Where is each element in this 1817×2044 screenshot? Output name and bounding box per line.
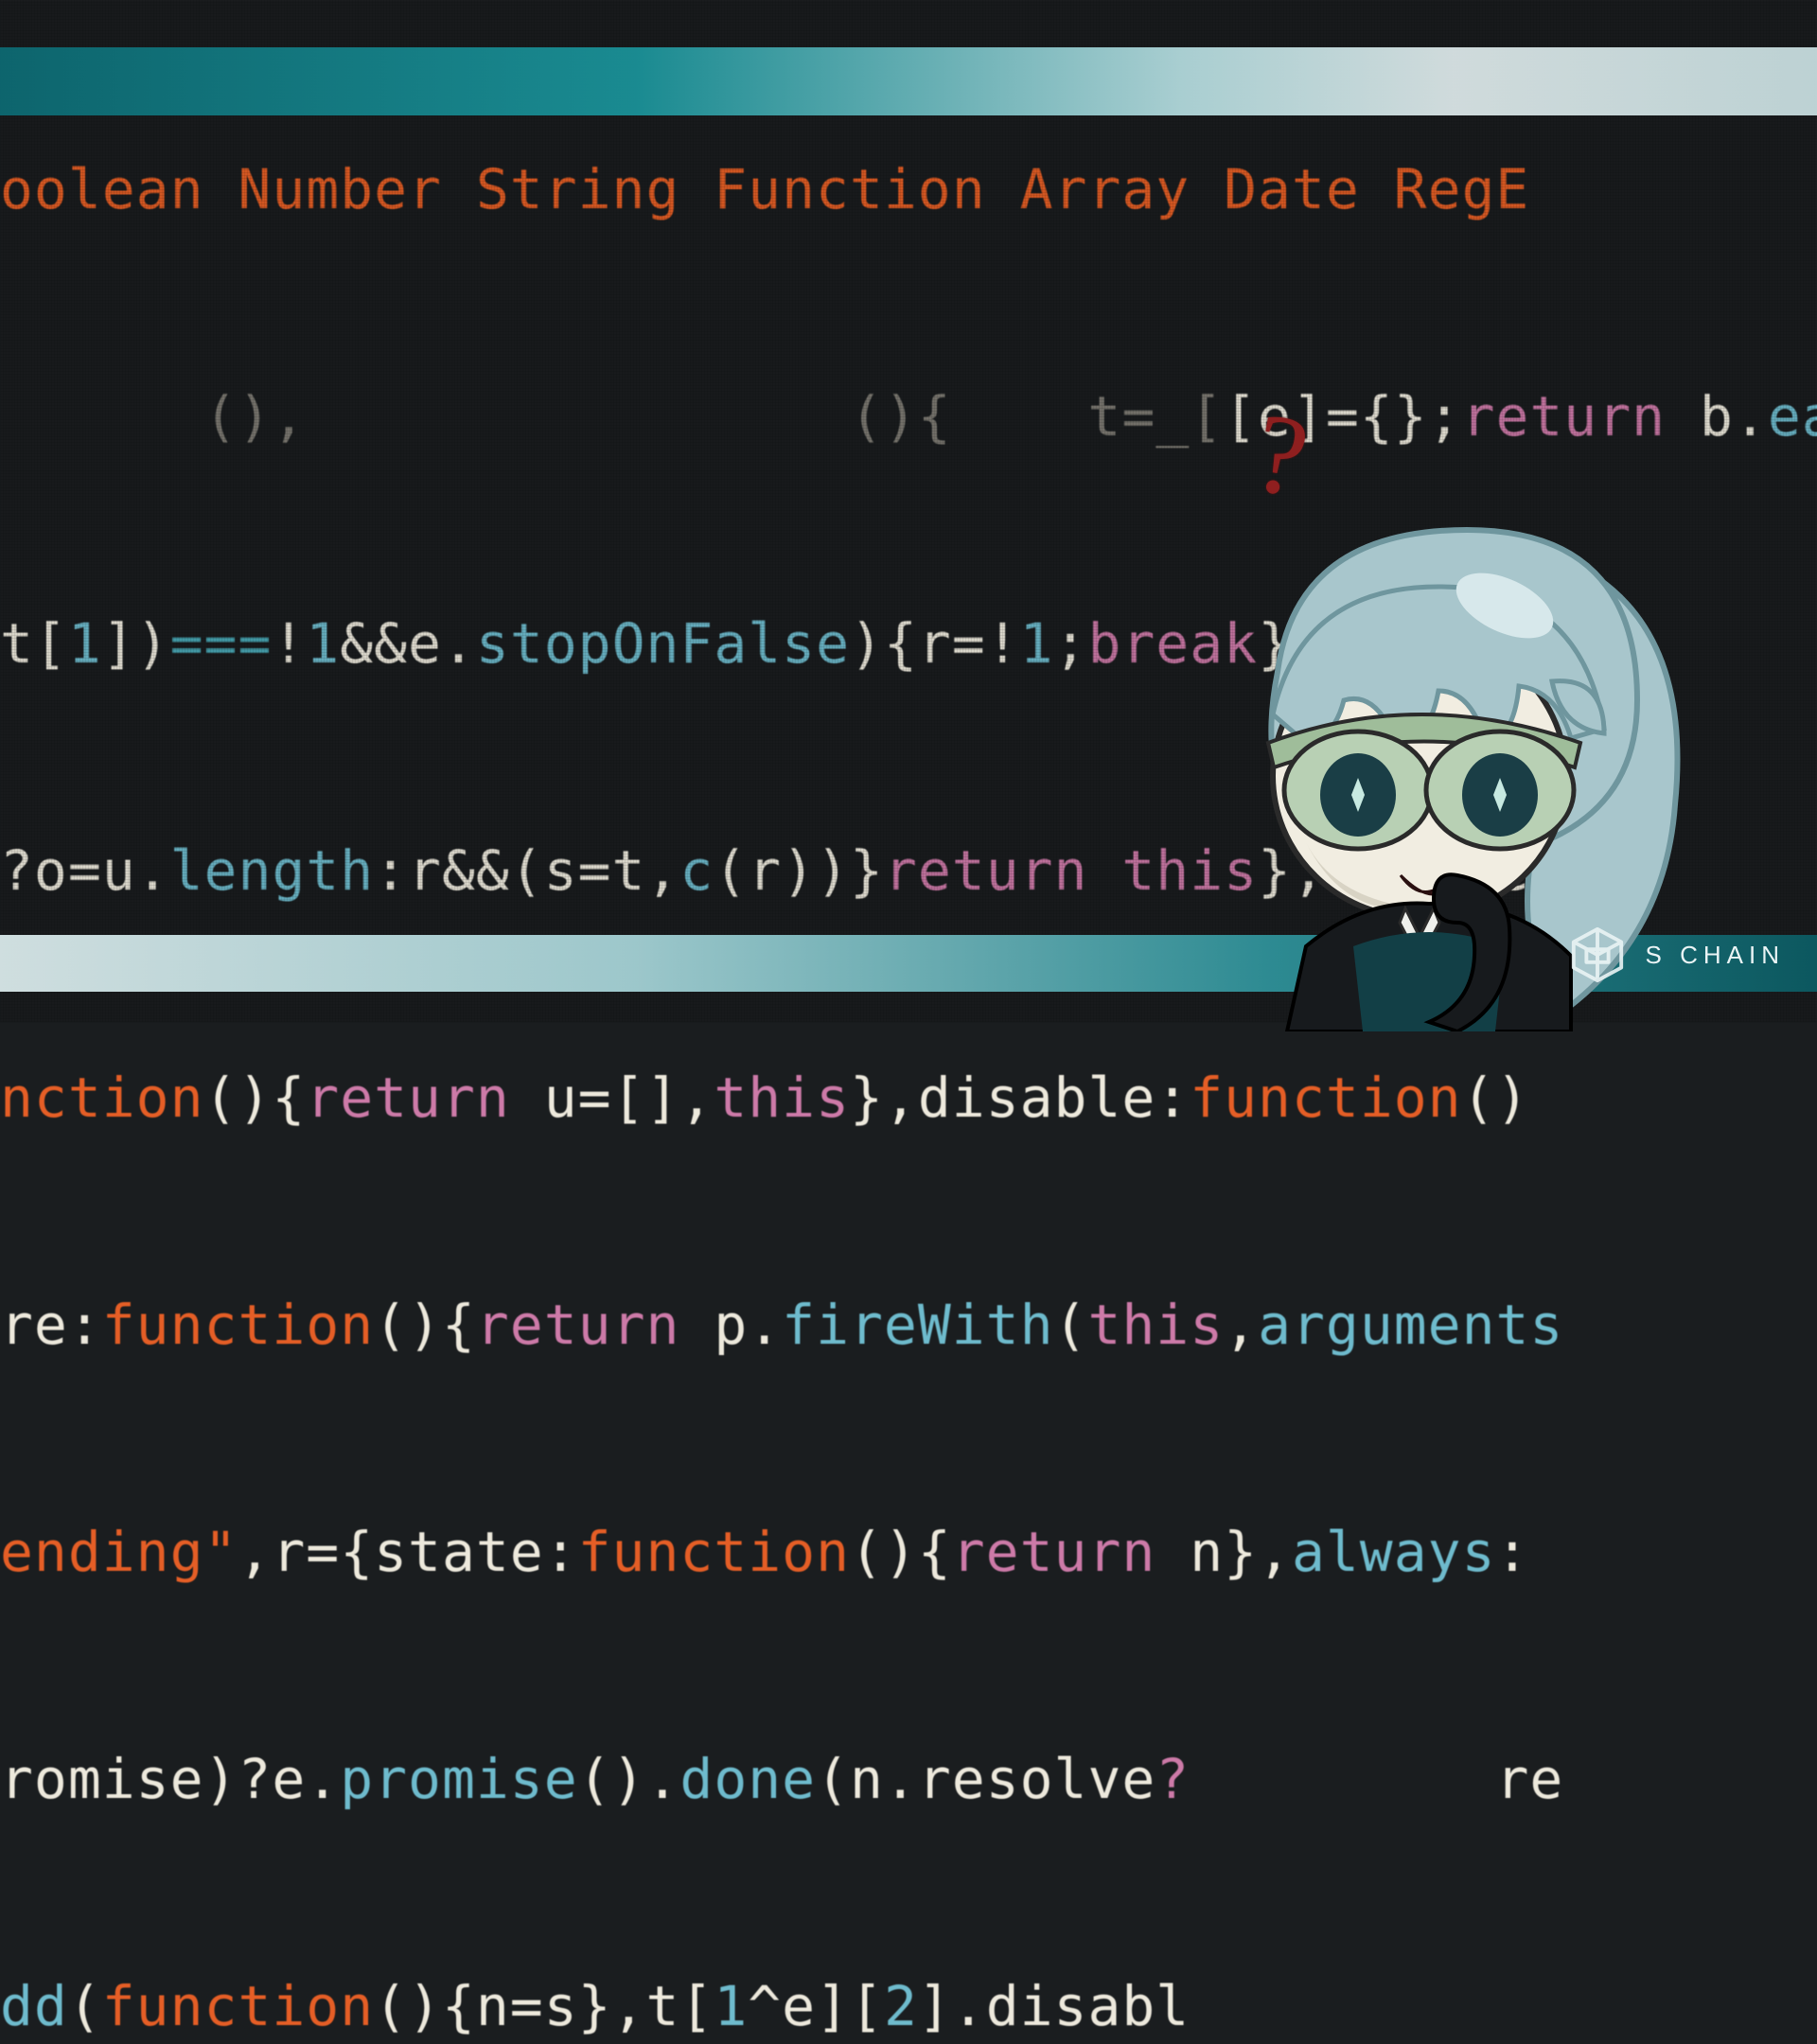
code-line: ending",r={state:function(){return n},al… (0, 1514, 1817, 1590)
code-line: oolean Number String Function Array Date… (0, 151, 1817, 227)
code-line: re:function(){return p.fireWith(this,arg… (0, 1287, 1817, 1363)
brand-text: S CHAIN (1646, 941, 1785, 970)
code-line: nction(){return u=[],this},disable:funct… (0, 1060, 1817, 1136)
top-gradient-band (0, 47, 1817, 115)
code-line: romise)?e.promise().done(n.resolve? re (0, 1741, 1817, 1817)
code-line: dd(function(){n=s},t[1^e][2].disabl (0, 1968, 1817, 2044)
brand-badge: S CHAIN (1568, 925, 1785, 984)
code-line: (), (){ t=_[[e]={};return b.ea (0, 379, 1817, 454)
brand-logo-icon (1568, 925, 1627, 984)
